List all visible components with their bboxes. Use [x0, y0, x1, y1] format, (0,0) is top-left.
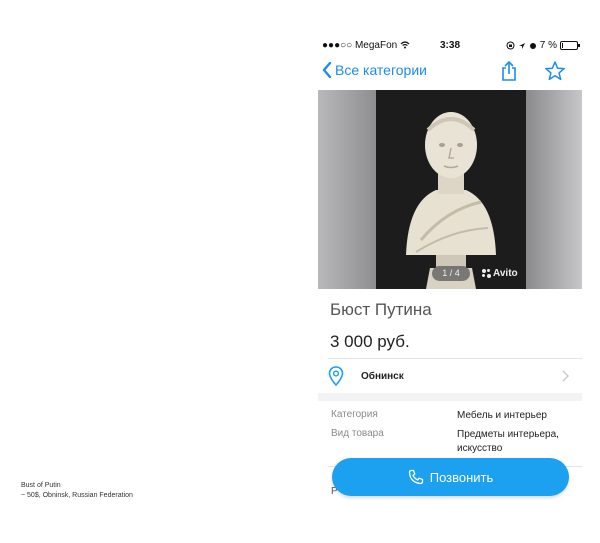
location-name: Обнинск — [361, 371, 404, 382]
alarm-icon — [529, 42, 536, 49]
avito-logo-icon — [482, 269, 491, 278]
image-caption: Bust of Putin ~ 50$, Obninsk, Russian Fe… — [21, 481, 133, 501]
listing-title: Бюст Путина — [330, 300, 432, 319]
share-icon[interactable] — [498, 60, 520, 82]
back-button[interactable]: Все категории — [322, 62, 427, 78]
divider — [328, 358, 582, 359]
call-button[interactable]: Позвонить — [332, 458, 569, 496]
battery-icon — [560, 41, 580, 50]
status-right: 7 % — [506, 40, 580, 51]
property-label: Вид товара — [331, 428, 384, 439]
battery-percent: 7 % — [539, 40, 557, 51]
rotation-lock-icon — [506, 41, 515, 50]
location-arrow-icon — [518, 42, 525, 49]
avito-watermark-text: Avito — [493, 268, 518, 279]
caption-line-2: ~ 50$, Obninsk, Russian Federation — [21, 492, 133, 499]
caption-line-1: Bust of Putin — [21, 482, 61, 489]
carrier-label: ●●●○○ MegaFon — [322, 40, 410, 51]
section-separator — [318, 393, 582, 401]
bust-photo — [376, 90, 526, 289]
chevron-left-icon — [322, 62, 332, 78]
property-label: Категория — [331, 409, 378, 420]
chevron-right-icon — [562, 370, 569, 382]
back-button-label: Все категории — [335, 62, 427, 78]
phone-icon — [408, 469, 423, 485]
navigation-bar: Все категории — [318, 58, 582, 88]
photo-blur-right — [526, 90, 582, 289]
location-row[interactable]: Обнинск — [318, 360, 582, 392]
photo-blur-left — [318, 90, 376, 289]
property-value: Предметы интерьера, искусство — [457, 429, 559, 454]
call-button-label: Позвонить — [429, 469, 494, 485]
property-value: Мебель и интерьер — [457, 410, 547, 421]
photo-pager: 1 / 4 — [432, 266, 470, 281]
avito-watermark: Avito — [482, 268, 518, 279]
star-icon[interactable] — [544, 60, 566, 82]
listing-price: 3 000 руб. — [330, 332, 410, 351]
status-time: 3:38 — [440, 40, 461, 51]
listing-photo-gallery[interactable]: 1 / 4 Avito — [318, 90, 582, 289]
map-pin-icon — [328, 366, 344, 386]
status-bar: ●●●○○ MegaFon 3:38 7 % — [318, 36, 582, 56]
wifi-icon — [400, 41, 410, 49]
